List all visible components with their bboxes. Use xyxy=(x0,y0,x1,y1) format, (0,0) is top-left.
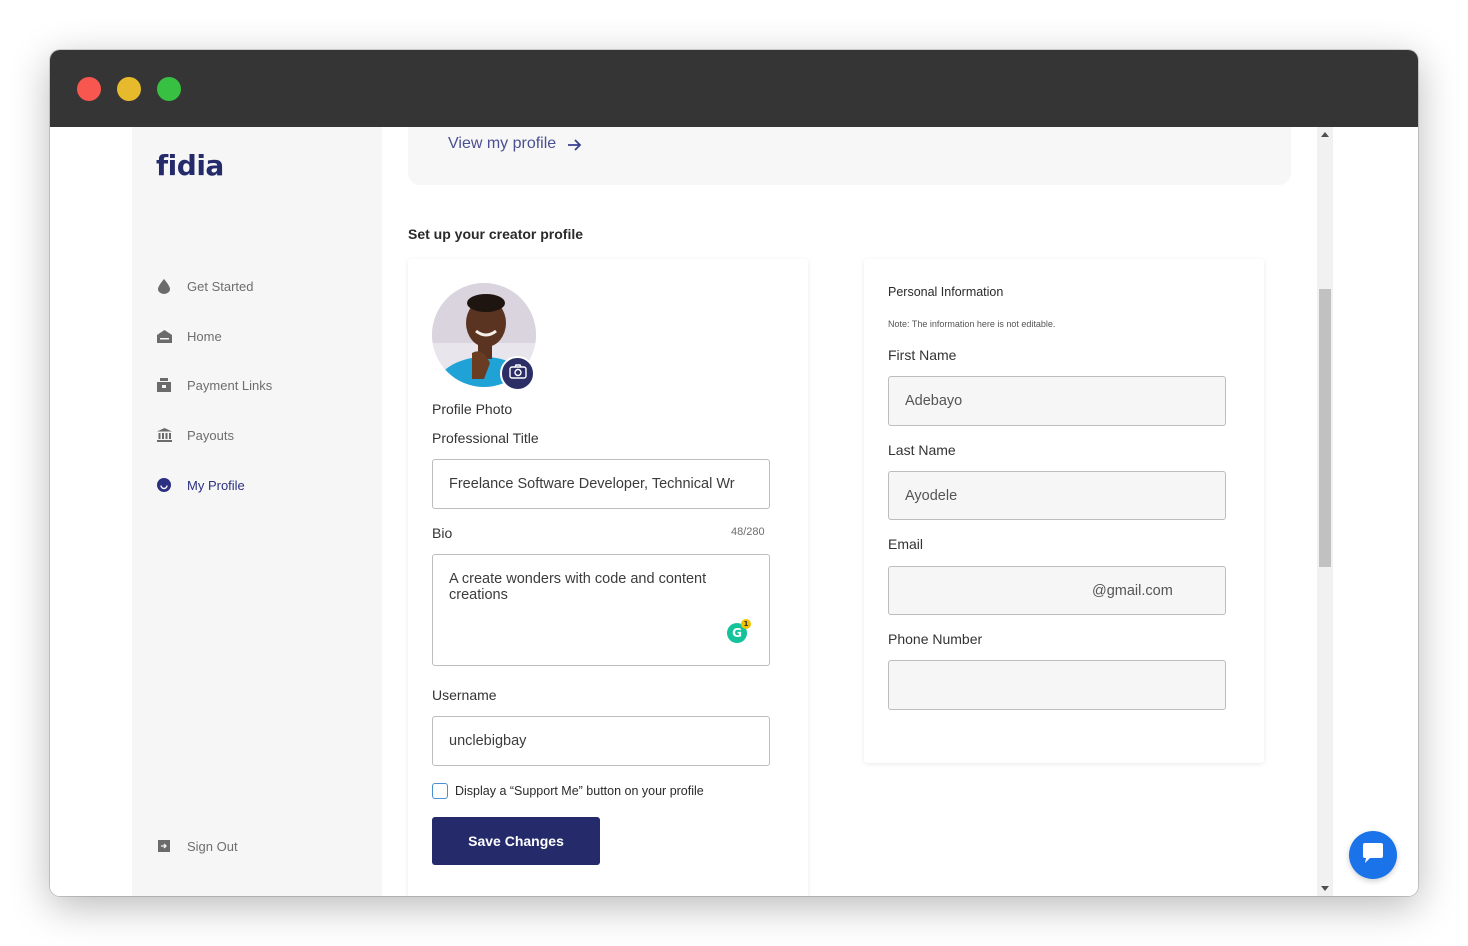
save-changes-button[interactable]: Save Changes xyxy=(432,817,600,865)
sidebar-item-my-profile[interactable]: My Profile xyxy=(156,474,245,496)
change-photo-button[interactable] xyxy=(500,356,535,391)
profile-icon xyxy=(156,477,172,493)
scroll-down-arrow-icon[interactable] xyxy=(1321,886,1329,891)
sign-out-icon xyxy=(156,838,172,854)
first-name-label: First Name xyxy=(888,347,957,363)
sidebar: fidia Get Started Home Payment Links Pay… xyxy=(132,127,382,896)
sidebar-item-home[interactable]: Home xyxy=(156,325,222,347)
view-profile-link[interactable]: View my profile xyxy=(448,135,582,153)
phone-number-label: Phone Number xyxy=(888,631,983,647)
sidebar-item-payouts[interactable]: Payouts xyxy=(156,424,234,446)
bio-textarea[interactable]: A create wonders with code and content c… xyxy=(432,554,770,666)
professional-title-label: Professional Title xyxy=(432,430,539,446)
browser-window: fidia Get Started Home Payment Links Pay… xyxy=(50,50,1418,896)
creator-profile-card: Profile Photo Professional Title Freelan… xyxy=(408,259,808,896)
bank-icon xyxy=(156,427,172,443)
email-field[interactable]: @gmail.com xyxy=(888,566,1226,615)
right-margin xyxy=(1333,127,1418,896)
username-label: Username xyxy=(432,687,497,703)
last-name-field[interactable]: Ayodele xyxy=(888,471,1226,520)
app-content: fidia Get Started Home Payment Links Pay… xyxy=(50,127,1418,896)
sidebar-item-label: Get Started xyxy=(187,278,254,294)
section-title: Set up your creator profile xyxy=(408,226,584,242)
main-content: View my profile Set up your creator prof… xyxy=(382,127,1317,896)
professional-title-input[interactable]: Freelance Software Developer, Technical … xyxy=(432,459,770,509)
arrow-right-icon xyxy=(568,138,582,151)
fidia-logo[interactable]: fidia xyxy=(156,149,224,182)
vertical-scrollbar[interactable] xyxy=(1317,127,1333,896)
bio-character-counter: 48/280 xyxy=(731,526,765,538)
window-titlebar xyxy=(50,50,1418,127)
profile-banner: View my profile xyxy=(408,127,1291,185)
not-editable-note: Note: The information here is not editab… xyxy=(888,319,1056,329)
sidebar-item-label: Home xyxy=(187,328,222,344)
chat-bubble-icon xyxy=(1361,842,1385,869)
support-me-checkbox[interactable] xyxy=(432,783,448,799)
maximize-window-button[interactable] xyxy=(157,77,181,101)
sign-out-label: Sign Out xyxy=(187,838,238,854)
view-profile-label: View my profile xyxy=(448,135,557,152)
phone-number-field[interactable] xyxy=(888,660,1226,710)
home-icon xyxy=(156,328,172,344)
first-name-field[interactable]: Adebayo xyxy=(888,376,1226,426)
last-name-label: Last Name xyxy=(888,442,956,458)
minimize-window-button[interactable] xyxy=(117,77,141,101)
profile-photo-label: Profile Photo xyxy=(432,401,513,417)
card-title: Personal Information xyxy=(888,285,1004,299)
camera-icon xyxy=(508,363,527,384)
drop-icon xyxy=(156,278,172,294)
scrollbar-thumb[interactable] xyxy=(1319,289,1331,567)
email-label: Email xyxy=(888,536,924,552)
chat-button[interactable] xyxy=(1349,831,1397,879)
support-me-label: Display a “Support Me” button on your pr… xyxy=(455,784,704,798)
scroll-up-arrow-icon[interactable] xyxy=(1321,132,1329,137)
grammarly-icon[interactable]: G1 xyxy=(727,619,751,643)
sidebar-item-label: My Profile xyxy=(187,477,245,493)
support-me-option[interactable]: Display a “Support Me” button on your pr… xyxy=(432,783,704,799)
sidebar-item-label: Payment Links xyxy=(187,377,273,393)
bio-text: A create wonders with code and content c… xyxy=(449,571,707,603)
wallet-icon xyxy=(156,377,172,393)
grammarly-badge: 1 xyxy=(741,619,751,629)
bio-label: Bio xyxy=(432,525,453,541)
left-margin xyxy=(50,127,132,896)
sidebar-item-payment-links[interactable]: Payment Links xyxy=(156,374,272,396)
personal-information-card: Personal Information Note: The informati… xyxy=(864,259,1264,763)
username-input[interactable]: unclebigbay xyxy=(432,716,770,766)
sidebar-item-get-started[interactable]: Get Started xyxy=(156,275,253,297)
close-window-button[interactable] xyxy=(77,77,101,101)
sidebar-item-label: Payouts xyxy=(187,427,234,443)
sign-out-button[interactable]: Sign Out xyxy=(156,835,238,857)
